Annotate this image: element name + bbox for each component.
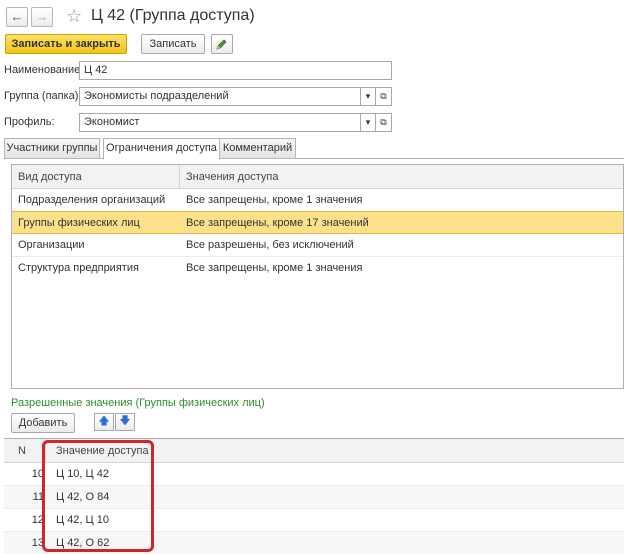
access-kind-cell: Структура предприятия <box>18 262 139 274</box>
access-values-cell: Все запрещены, кроме 1 значения <box>186 262 363 274</box>
profile-open-button[interactable]: ⧉ <box>376 113 392 132</box>
move-up-button[interactable]: 🡅 <box>94 413 114 431</box>
access-value-cell: Ц 42, О 62 <box>56 537 110 549</box>
column-header-n[interactable]: N <box>4 439 46 463</box>
arrow-left-icon: ← <box>10 9 24 24</box>
table-row[interactable]: 10 Ц 10, Ц 42 <box>4 463 624 486</box>
arrow-down-icon: 🡇 <box>119 415 131 427</box>
access-value-cell: Ц 42, О 84 <box>56 491 110 503</box>
allowed-values-table[interactable]: N Значение доступа 10 Ц 10, Ц 42 11 Ц 42… <box>4 438 624 554</box>
chevron-down-icon: ▾ <box>365 117 371 127</box>
table-row[interactable]: Подразделения организаций Все запрещены,… <box>12 189 623 212</box>
arrow-up-icon: 🡅 <box>98 415 110 427</box>
table-row[interactable]: 12 Ц 42, Ц 10 <box>4 509 624 532</box>
move-down-button[interactable]: 🡇 <box>115 413 135 431</box>
edit-button[interactable] <box>211 34 233 54</box>
row-number-cell: 12 <box>31 514 44 526</box>
access-kinds-table[interactable]: Вид доступа Значения доступа Подразделен… <box>11 164 624 389</box>
profile-dropdown-button[interactable]: ▾ <box>361 113 376 132</box>
group-open-button[interactable]: ⧉ <box>376 87 392 106</box>
access-values-cell: Все разрешены, без исключений <box>186 239 354 251</box>
column-header-access-kind[interactable]: Вид доступа <box>12 165 180 189</box>
name-label: Наименование: <box>4 64 84 76</box>
name-field[interactable]: Ц 42 <box>79 61 392 80</box>
chevron-down-icon: ▾ <box>365 91 371 101</box>
access-kind-cell: Группы физических лиц <box>18 217 140 229</box>
add-button[interactable]: Добавить <box>11 413 75 433</box>
row-number-cell: 11 <box>32 491 44 503</box>
table-row[interactable]: Структура предприятия Все запрещены, кро… <box>12 257 623 280</box>
row-number-cell: 13 <box>31 537 44 549</box>
star-icon[interactable]: ☆ <box>66 6 82 26</box>
access-values-cell: Все запрещены, кроме 17 значений <box>186 217 369 229</box>
tab-comment[interactable]: Комментарий <box>219 138 296 159</box>
forward-button[interactable]: → <box>31 7 53 27</box>
group-label: Группа (папка): <box>4 90 82 102</box>
profile-label: Профиль: <box>4 116 55 128</box>
page-title: Ц 42 (Группа доступа) <box>91 7 255 24</box>
allowed-values-title: Разрешенные значения (Группы физических … <box>11 397 265 409</box>
access-values-cell: Все запрещены, кроме 1 значения <box>186 194 363 206</box>
pencil-icon <box>216 39 227 50</box>
table-row[interactable]: 11 Ц 42, О 84 <box>4 486 624 509</box>
open-icon: ⧉ <box>380 117 387 127</box>
row-number-cell: 10 <box>31 468 44 480</box>
profile-field[interactable]: Экономист <box>79 113 361 132</box>
tab-group-members[interactable]: Участники группы <box>4 138 100 159</box>
access-kind-cell: Организации <box>18 239 85 251</box>
group-field[interactable]: Экономисты подразделений <box>79 87 361 106</box>
access-value-cell: Ц 10, Ц 42 <box>56 468 109 480</box>
back-button[interactable]: ← <box>6 7 28 27</box>
arrow-right-icon: → <box>35 9 49 24</box>
column-header-access-values[interactable]: Значения доступа <box>180 165 623 189</box>
access-value-cell: Ц 42, Ц 10 <box>56 514 109 526</box>
column-header-access-value[interactable]: Значение доступа <box>46 439 624 463</box>
table-row[interactable]: 13 Ц 42, О 62 <box>4 532 624 554</box>
tab-access-restrictions[interactable]: Ограничения доступа <box>103 138 220 160</box>
group-dropdown-button[interactable]: ▾ <box>361 87 376 106</box>
save-button[interactable]: Записать <box>141 34 205 54</box>
save-and-close-button[interactable]: Записать и закрыть <box>5 34 127 54</box>
open-icon: ⧉ <box>380 91 387 101</box>
table-row-selected[interactable]: Группы физических лиц Все запрещены, кро… <box>12 211 623 234</box>
table-row[interactable]: Организации Все разрешены, без исключени… <box>12 234 623 257</box>
access-kind-cell: Подразделения организаций <box>18 194 166 206</box>
